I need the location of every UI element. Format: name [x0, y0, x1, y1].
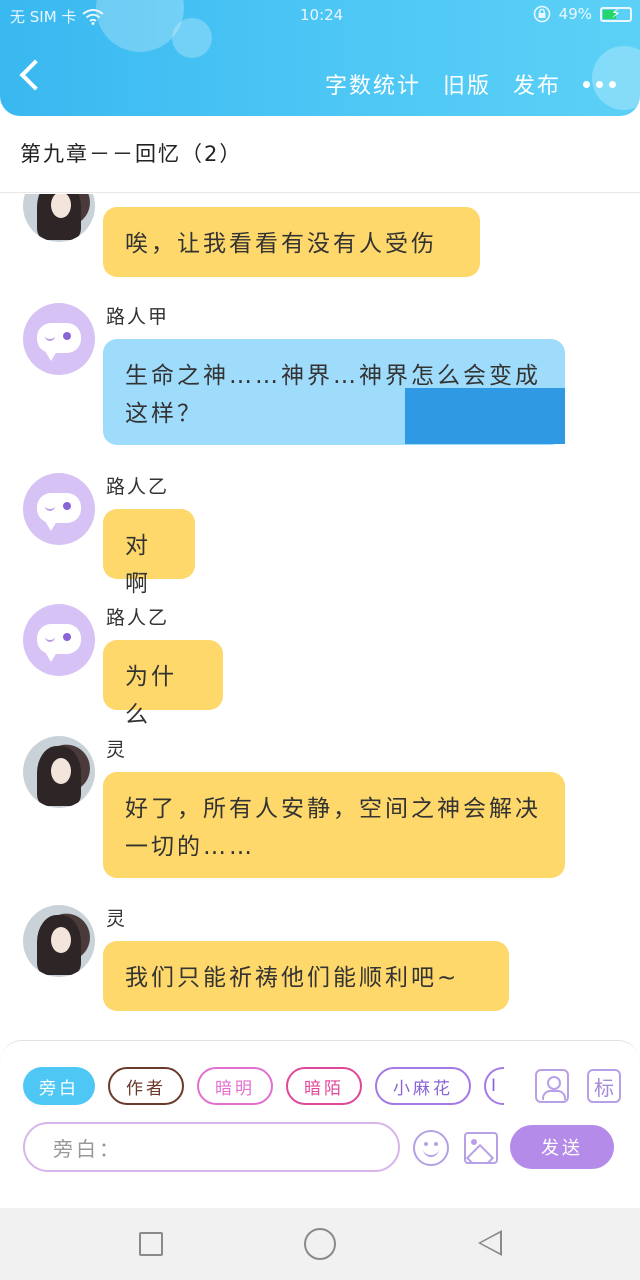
message-bubble[interactable]: 为什么: [103, 640, 223, 728]
more-dots-icon[interactable]: [583, 80, 616, 88]
avatar[interactable]: [23, 736, 95, 808]
role-chip-anming[interactable]: 暗明: [197, 1067, 273, 1105]
lock-rotation-icon: [533, 5, 550, 23]
redaction-mark: [405, 388, 565, 444]
role-chip-narrator[interactable]: 旁白: [23, 1067, 95, 1105]
chat-message: 唉，让我看看有没有人受伤: [0, 194, 640, 280]
input-panel: 旁白 作者 暗明 暗陌 小麻花 Ⅰ 标 旁白： 发送: [0, 1040, 640, 1175]
role-chip-anmo[interactable]: 暗陌: [286, 1067, 362, 1105]
character-manage-icon[interactable]: [535, 1069, 569, 1103]
recent-apps-icon[interactable]: [139, 1232, 163, 1256]
old-version-button[interactable]: 旧版: [443, 68, 491, 100]
chat-bubble-icon: [37, 493, 81, 531]
image-icon[interactable]: [464, 1132, 498, 1164]
home-icon[interactable]: [304, 1228, 336, 1260]
header-actions: 字数统计 旧版 发布: [325, 68, 616, 100]
avatar[interactable]: [23, 473, 95, 545]
header-nav: 字数统计 旧版 发布: [0, 50, 640, 110]
battery-charging-icon: ⚡: [600, 5, 632, 22]
message-bubble[interactable]: 我们只能祈祷他们能顺利吧~: [103, 941, 509, 1011]
word-count-button[interactable]: 字数统计: [325, 68, 421, 100]
chat-message: 灵 我们只能祈祷他们能顺利吧~: [0, 904, 640, 1014]
status-right: 49% ⚡: [533, 5, 632, 23]
message-bubble[interactable]: 对啊: [103, 509, 195, 597]
sender-name: 路人甲: [106, 306, 170, 328]
chat-message: 路人乙 为什么: [0, 603, 640, 728]
status-left: 无 SIM 卡: [10, 6, 105, 27]
wifi-icon: [82, 8, 105, 25]
role-chip-partial[interactable]: Ⅰ: [484, 1067, 504, 1105]
status-time: 10:24: [300, 6, 344, 24]
sender-name: 路人乙: [106, 607, 170, 629]
role-chip-author[interactable]: 作者: [108, 1067, 184, 1105]
charging-bolt-icon: ⚡: [611, 5, 621, 22]
chat-message: 路人甲 生命之神……神界…神界怎么会变成这样？: [0, 302, 640, 452]
avatar[interactable]: [23, 905, 95, 977]
chat-area[interactable]: 唉，让我看看有没有人受伤 路人甲 生命之神……神界…神界怎么会变成这样？ 路人乙…: [0, 194, 640, 1040]
chevron-left-icon[interactable]: [19, 59, 51, 91]
role-selector: 旁白 作者 暗明 暗陌 小麻花 Ⅰ: [23, 1067, 504, 1105]
message-bubble[interactable]: 好了，所有人安静，空间之神会解决一切的……: [103, 772, 565, 878]
status-bar: 无 SIM 卡 10:24 49% ⚡: [0, 0, 640, 32]
sender-name: 灵: [106, 739, 128, 761]
chat-bubble-icon: [37, 323, 81, 361]
message-bubble[interactable]: 唉，让我看看有没有人受伤: [103, 207, 480, 277]
tag-button[interactable]: 标: [587, 1069, 621, 1103]
system-nav-bar: [0, 1208, 640, 1280]
chapter-title[interactable]: 第九章－－回忆（2）: [0, 116, 640, 193]
sender-name: 灵: [106, 908, 128, 930]
publish-button[interactable]: 发布: [513, 68, 561, 100]
top-bar: 无 SIM 卡 10:24 49% ⚡ 字数统计 旧版 发布: [0, 0, 640, 116]
avatar[interactable]: [23, 303, 95, 375]
avatar[interactable]: [23, 194, 95, 242]
chat-message: 灵 好了，所有人安静，空间之神会解决一切的……: [0, 735, 640, 885]
sender-name: 路人乙: [106, 476, 170, 498]
battery-percent: 49%: [558, 5, 592, 23]
back-triangle-icon[interactable]: [478, 1230, 502, 1256]
send-button[interactable]: 发送: [510, 1125, 614, 1169]
avatar[interactable]: [23, 604, 95, 676]
message-input[interactable]: 旁白：: [23, 1122, 400, 1172]
chat-bubble-icon: [37, 624, 81, 662]
role-chip-xiaomahua[interactable]: 小麻花: [375, 1067, 471, 1105]
emoji-icon[interactable]: [413, 1130, 449, 1166]
chat-message: 路人乙 对啊: [0, 472, 640, 597]
carrier-text: 无 SIM 卡: [10, 8, 77, 26]
